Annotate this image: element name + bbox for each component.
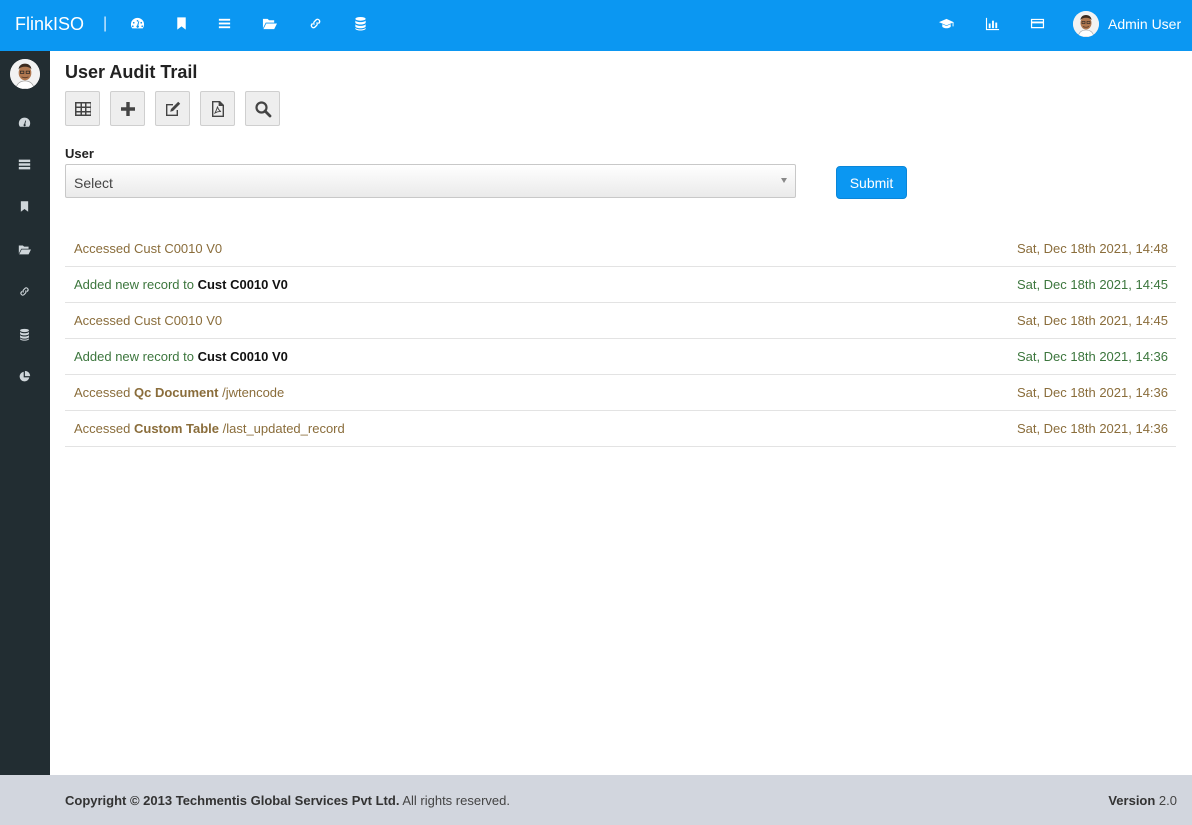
audit-timestamp: Sat, Dec 18th 2021, 14:45 [1016, 313, 1168, 328]
edit-icon [165, 101, 180, 116]
audit-entry-text: Accessed Cust C0010 V0 [74, 241, 223, 256]
sidebar-dashboard-icon[interactable] [17, 115, 31, 129]
user-select-value: Select [74, 175, 113, 191]
toolbar [65, 91, 280, 126]
folder-open-icon[interactable] [260, 14, 278, 32]
sidebar-folder-open-icon[interactable] [17, 242, 31, 256]
pdf-export-button[interactable] [200, 91, 235, 126]
list-item[interactable]: Accessed Cust C0010 V0 Sat, Dec 18th 202… [65, 303, 1176, 339]
user-menu[interactable]: Admin User [1073, 11, 1181, 37]
list-item[interactable]: Added new record to Cust C0010 V0 Sat, D… [65, 339, 1176, 375]
link-icon[interactable] [306, 14, 324, 32]
user-name: Admin User [1108, 16, 1182, 32]
bar-chart-icon[interactable] [983, 14, 1001, 32]
audit-list: Accessed Cust C0010 V0 Sat, Dec 18th 202… [65, 231, 1176, 447]
sidebar-link-icon[interactable] [17, 284, 31, 298]
search-icon [254, 100, 271, 117]
footer: Copyright © 2013 Techmentis Global Servi… [0, 775, 1192, 825]
list-item[interactable]: Added new record to Cust C0010 V0 Sat, D… [65, 267, 1176, 303]
sidebar-database-icon[interactable] [17, 327, 31, 341]
brand-logo[interactable]: FlinkISO [15, 14, 84, 35]
chevron-down-icon [781, 178, 787, 183]
sidebar [0, 51, 50, 775]
audit-timestamp: Sat, Dec 18th 2021, 14:36 [1016, 421, 1168, 436]
version-text: Version 2.0 [1108, 793, 1177, 808]
audit-entry-text: Accessed Qc Document /jwtencode [74, 385, 285, 400]
graduation-cap-icon[interactable] [937, 14, 955, 32]
audit-timestamp: Sat, Dec 18th 2021, 14:36 [1016, 385, 1168, 400]
bookmark-icon[interactable] [172, 14, 190, 32]
list-item[interactable]: Accessed Qc Document /jwtencode Sat, Dec… [65, 375, 1176, 411]
database-icon[interactable] [351, 14, 369, 32]
sidebar-avatar[interactable] [10, 59, 40, 89]
credit-card-icon[interactable] [1028, 14, 1046, 32]
copyright-text: Copyright © 2013 Techmentis Global Servi… [65, 793, 510, 808]
list-item[interactable]: Accessed Cust C0010 V0 Sat, Dec 18th 202… [65, 231, 1176, 267]
table-view-button[interactable] [65, 91, 100, 126]
audit-entry-text: Accessed Custom Table /last_updated_reco… [74, 421, 345, 436]
search-button[interactable] [245, 91, 280, 126]
submit-button[interactable]: Submit [836, 166, 907, 199]
user-select[interactable]: Select [65, 164, 796, 198]
edit-button[interactable] [155, 91, 190, 126]
table-icon [74, 101, 91, 116]
sidebar-pie-chart-icon[interactable] [17, 369, 31, 383]
avatar [1073, 11, 1099, 37]
plus-icon [120, 101, 135, 116]
audit-entry-text: Added new record to Cust C0010 V0 [74, 277, 288, 292]
pdf-icon [211, 100, 224, 117]
audit-timestamp: Sat, Dec 18th 2021, 14:36 [1016, 349, 1168, 364]
dashboard-icon[interactable] [128, 14, 146, 32]
list-icon[interactable] [215, 14, 233, 32]
sidebar-server-icon[interactable] [17, 157, 31, 171]
top-navbar: FlinkISO | Admin User [0, 0, 1192, 51]
audit-entry-text: Added new record to Cust C0010 V0 [74, 349, 288, 364]
audit-timestamp: Sat, Dec 18th 2021, 14:48 [1016, 241, 1168, 256]
list-item[interactable]: Accessed Custom Table /last_updated_reco… [65, 411, 1176, 447]
add-button[interactable] [110, 91, 145, 126]
audit-entry-text: Accessed Cust C0010 V0 [74, 313, 223, 328]
user-field-label: User [65, 146, 94, 161]
brand-separator: | [103, 15, 108, 32]
audit-timestamp: Sat, Dec 18th 2021, 14:45 [1016, 277, 1168, 292]
page-title: User Audit Trail [65, 62, 198, 82]
sidebar-bookmark-icon[interactable] [17, 199, 31, 213]
